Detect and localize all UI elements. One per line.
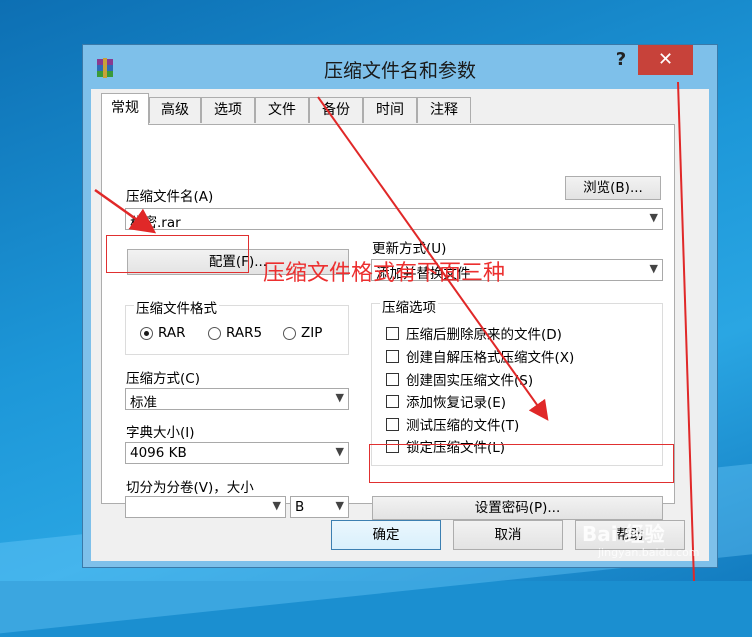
dict-value: 4096 KB: [130, 445, 187, 461]
option-sfx[interactable]: 创建自解压格式压缩文件(X): [386, 346, 574, 366]
archive-name-combo[interactable]: 秘密.rar ▼: [125, 208, 663, 231]
chevron-down-icon: ▼: [649, 262, 658, 275]
annotation-text: 压缩文件格式有下面三种: [263, 261, 506, 286]
dialog-client: 常规 高级 选项 文件 备份 时间 注释 压缩文件名(A) 浏览(B)... 秘…: [91, 89, 709, 561]
close-button[interactable]: ✕: [638, 45, 693, 75]
archive-name-label: 压缩文件名(A): [126, 189, 214, 205]
split-unit-value: B: [295, 499, 305, 515]
option-test[interactable]: 测试压缩的文件(T): [386, 414, 519, 434]
tab-backup[interactable]: 备份: [309, 97, 363, 123]
browse-button[interactable]: 浏览(B)...: [565, 176, 661, 200]
radio-dot: [208, 326, 221, 340]
set-password-button[interactable]: 设置密码(P)...: [372, 496, 663, 520]
option-recovery[interactable]: 添加恢复记录(E): [386, 391, 506, 411]
method-value: 标准: [130, 395, 157, 411]
split-label: 切分为分卷(V)，大小: [126, 480, 254, 496]
archive-name-value: 秘密.rar: [130, 215, 181, 231]
dict-label: 字典大小(I): [126, 425, 195, 441]
annotation-highlight-password: [369, 444, 674, 483]
cancel-button[interactable]: 取消: [453, 520, 563, 550]
chevron-down-icon: ▼: [272, 499, 281, 512]
baidu-watermark-url: jingyan.baidu.com: [598, 546, 700, 559]
tab-general[interactable]: 常规: [101, 93, 149, 125]
update-mode-label: 更新方式(U): [372, 241, 447, 257]
radio-dot: [140, 326, 153, 340]
checkbox: [386, 394, 399, 408]
method-label: 压缩方式(C): [126, 371, 200, 387]
tab-options[interactable]: 选项: [201, 97, 255, 123]
split-unit-select[interactable]: B ▼: [290, 496, 349, 518]
option-solid[interactable]: 创建固实压缩文件(S): [386, 369, 533, 389]
help-title-button[interactable]: ?: [611, 49, 631, 73]
chevron-down-icon: ▼: [335, 391, 344, 404]
checkbox: [386, 326, 399, 340]
checkbox: [386, 349, 399, 363]
tab-files[interactable]: 文件: [255, 97, 309, 123]
checkbox: [386, 417, 399, 431]
radio-dot: [283, 326, 296, 340]
checkbox: [386, 372, 399, 386]
chevron-down-icon: ▼: [335, 445, 344, 458]
winrar-dialog: 压缩文件名和参数 ? ✕ 常规 高级 选项 文件 备份 时间 注释 压缩文件名(…: [82, 44, 718, 568]
format-group-label: 压缩文件格式: [134, 297, 219, 317]
split-size-combo[interactable]: ▼: [125, 496, 286, 518]
options-group-label: 压缩选项: [380, 296, 438, 316]
format-radio-rar[interactable]: RAR: [140, 325, 185, 341]
chevron-down-icon: ▼: [335, 499, 344, 512]
ok-button[interactable]: 确定: [331, 520, 441, 550]
tab-advanced[interactable]: 高级: [149, 97, 201, 123]
dict-select[interactable]: 4096 KB ▼: [125, 442, 349, 464]
tab-time[interactable]: 时间: [363, 97, 417, 123]
format-radio-rar5[interactable]: RAR5: [208, 325, 262, 341]
annotation-highlight-format: [106, 235, 249, 273]
tab-comment[interactable]: 注释: [417, 97, 471, 123]
chevron-down-icon: ▼: [649, 211, 658, 224]
format-radio-zip[interactable]: ZIP: [283, 325, 322, 341]
method-select[interactable]: 标准 ▼: [125, 388, 349, 411]
option-delete-after[interactable]: 压缩后删除原来的文件(D): [386, 323, 562, 343]
title-bar: 压缩文件名和参数 ? ✕: [83, 45, 717, 89]
baidu-watermark: Bai 经验: [582, 522, 665, 546]
